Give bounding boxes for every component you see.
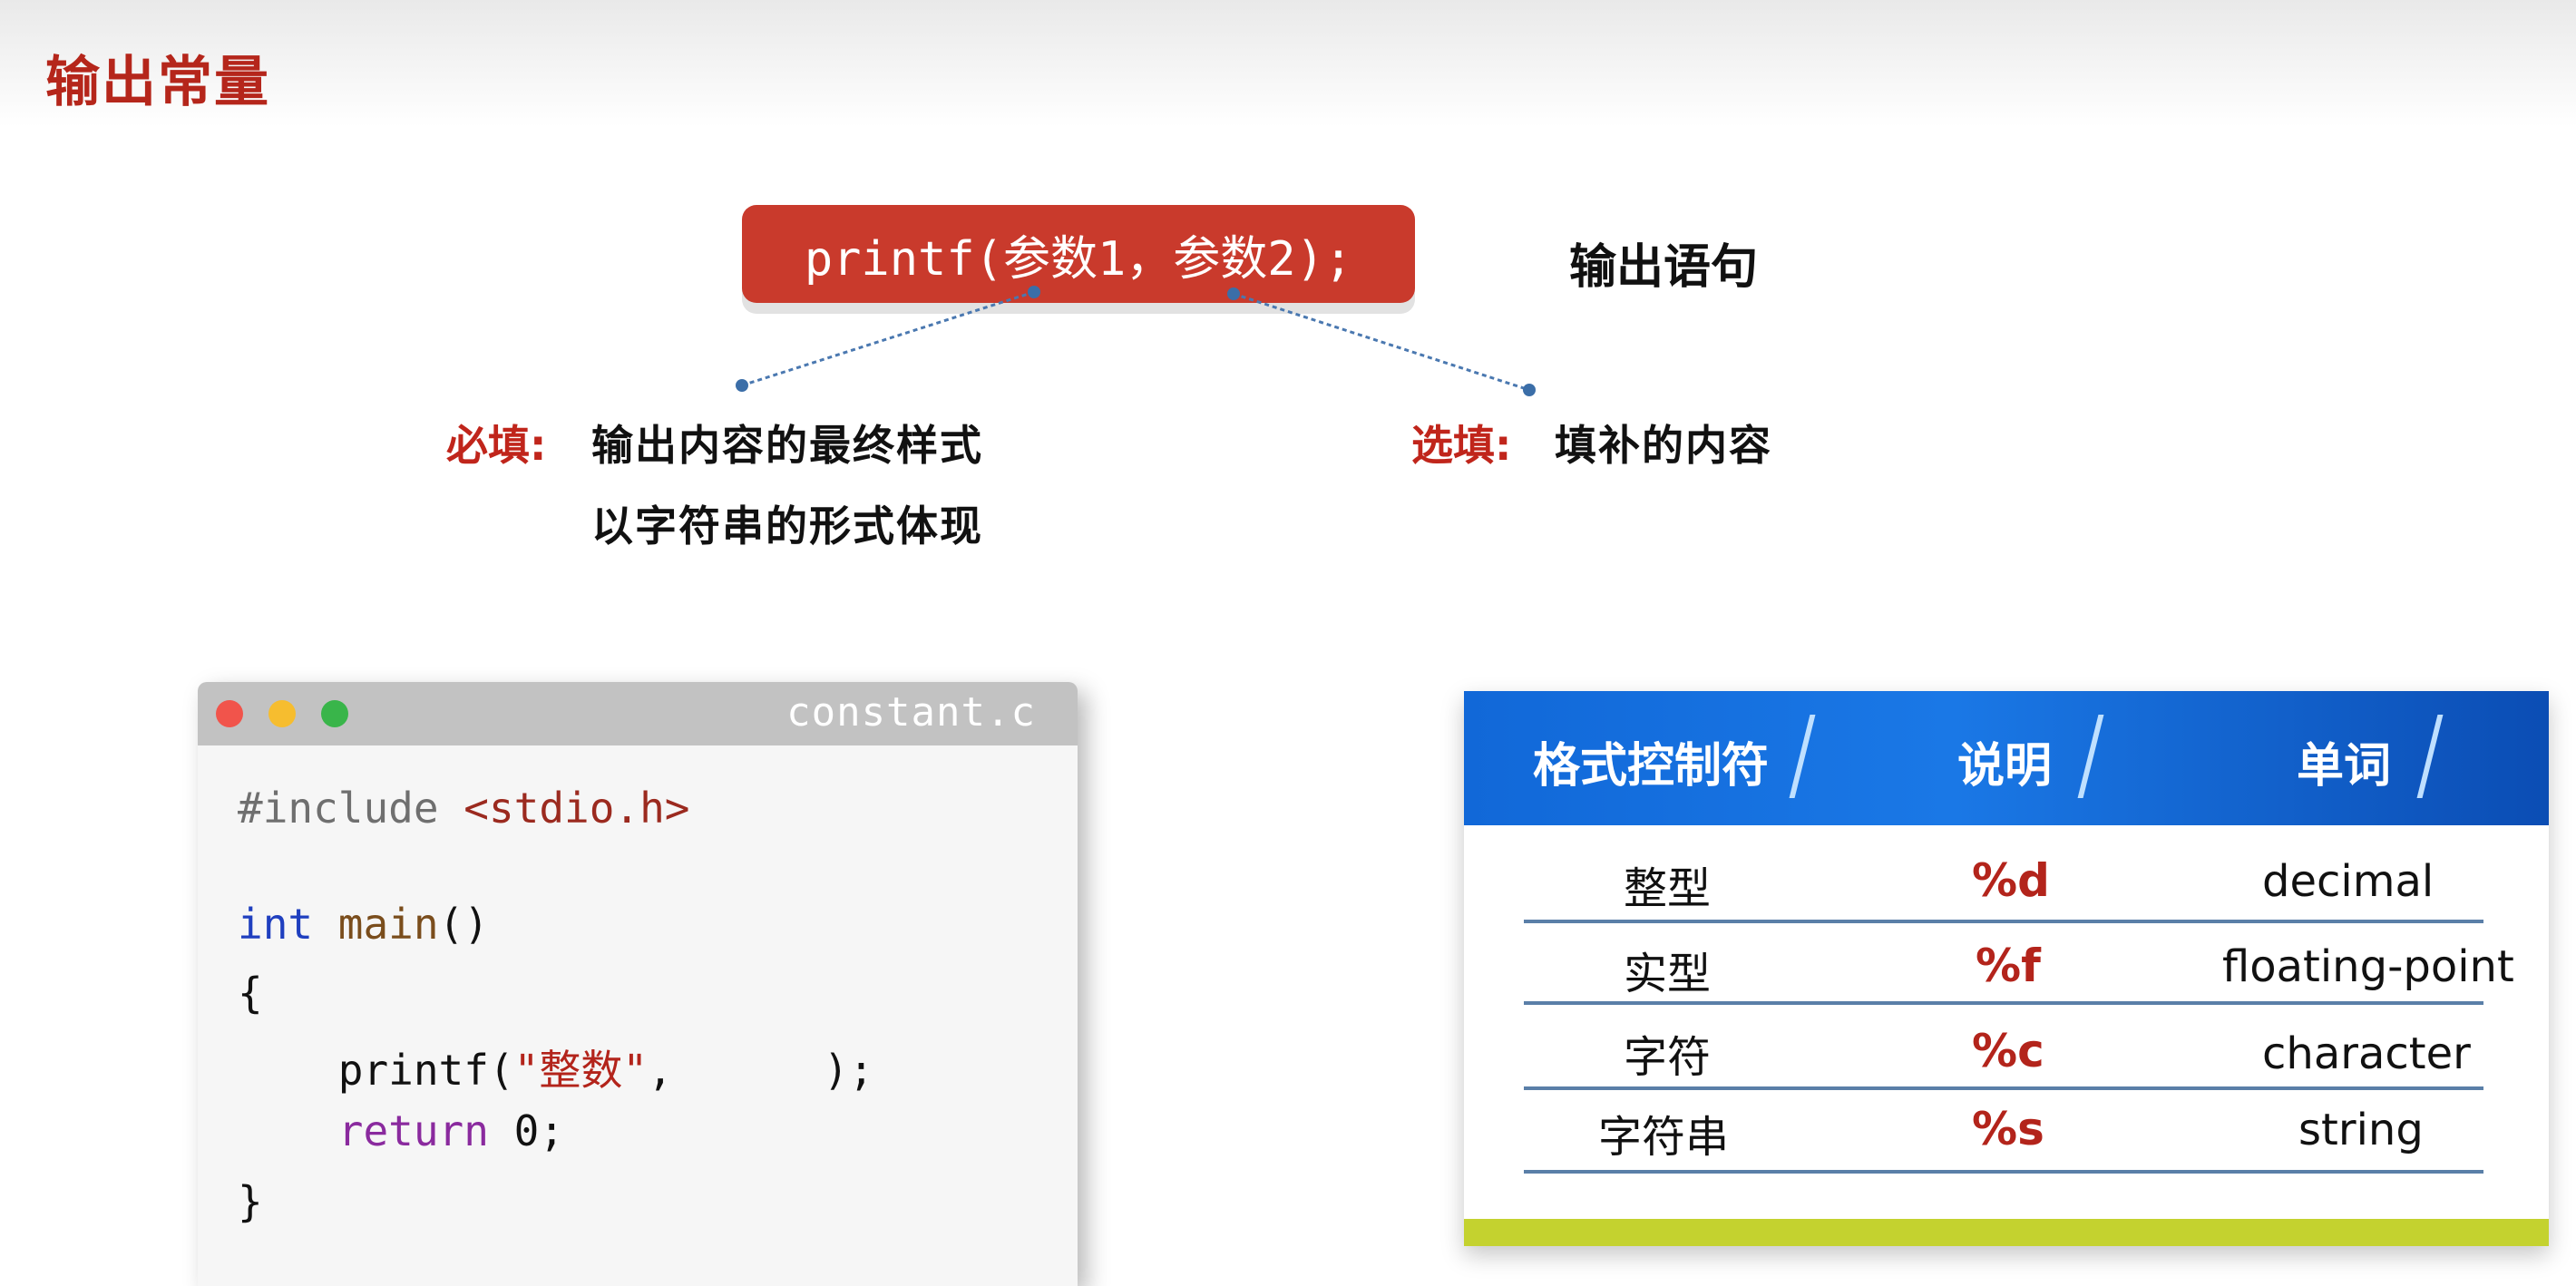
code-token-preprocessor: #include — [238, 784, 464, 833]
connector-dot — [1227, 287, 1240, 300]
format-specifier-table: 格式控制符 说明 单词 整型 %d decimal 实型 %f floating… — [1464, 691, 2549, 1246]
connector-optional — [1233, 292, 1530, 392]
format-table-header-description: 说明 — [1957, 739, 2053, 794]
code-token-function: main — [337, 900, 439, 949]
format-row-spec: %c — [1972, 1025, 2044, 1077]
format-row-spec: %s — [1972, 1103, 2044, 1155]
code-token-printf-end: , ); — [648, 1046, 874, 1095]
header-divider — [1789, 715, 1816, 798]
header-divider — [2077, 715, 2104, 798]
code-window: constant.c #include <stdio.h> int main()… — [198, 682, 1078, 1286]
required-label: 必填: — [446, 421, 547, 470]
format-table-header: 格式控制符 说明 单词 — [1464, 691, 2549, 825]
format-row-divider — [1524, 920, 2483, 923]
maximize-window-dot-icon[interactable] — [321, 700, 348, 727]
required-desc-line1: 输出内容的最终样式 — [591, 421, 983, 470]
format-row-name: 字符 — [1624, 1032, 1712, 1083]
code-token-type: int — [238, 900, 314, 949]
connector-dot — [1028, 286, 1040, 298]
code-line-printf: printf("整数", ); — [238, 1038, 874, 1097]
close-window-dot-icon[interactable] — [216, 700, 243, 727]
format-row-word: string — [2298, 1105, 2424, 1155]
connector-dot — [1523, 384, 1536, 396]
code-line-open-brace: { — [238, 969, 263, 1018]
format-table-header-word: 单词 — [2297, 739, 2392, 794]
connector-required — [741, 290, 1035, 387]
connector-dot — [736, 379, 748, 392]
code-line-main: int main() — [238, 900, 489, 949]
format-table-footer — [1464, 1219, 2549, 1246]
code-line-include: #include <stdio.h> — [238, 784, 690, 833]
format-row-word: character — [2262, 1028, 2471, 1079]
format-row-divider — [1524, 1170, 2483, 1174]
code-line-close-brace: } — [238, 1177, 263, 1226]
format-row-word: floating-point — [2222, 941, 2514, 992]
code-titlebar: constant.c — [198, 682, 1078, 745]
required-desc-line2: 以字符串的形式体现 — [591, 502, 983, 550]
code-body: #include <stdio.h> int main() { printf("… — [238, 784, 873, 1226]
format-row-spec: %d — [1972, 854, 2050, 907]
format-row-spec: %f — [1976, 940, 2041, 992]
code-filename: constant.c — [786, 689, 1036, 736]
format-row-divider — [1524, 1001, 2483, 1005]
header-divider — [2416, 715, 2444, 798]
code-line-return: return 0; — [238, 1106, 564, 1155]
code-token-parens: () — [438, 900, 489, 949]
code-token-string: "整数" — [513, 1046, 649, 1095]
code-token-printf-call: printf( — [238, 1046, 514, 1095]
format-table-header-specifier: 格式控制符 — [1533, 739, 1770, 794]
slide: 输出常量 printf(参数1，参数2); 输出语句 必填: 输出内容的最终样式… — [0, 0, 2576, 1286]
format-row-name: 字符串 — [1598, 1112, 1730, 1163]
format-row-divider — [1524, 1086, 2483, 1090]
code-token-return-value: 0; — [488, 1106, 565, 1155]
optional-label: 选填: — [1411, 421, 1512, 470]
minimize-window-dot-icon[interactable] — [268, 700, 296, 727]
format-row-name: 实型 — [1624, 949, 1712, 999]
optional-desc: 填补的内容 — [1555, 421, 1772, 470]
format-row-word: decimal — [2262, 856, 2435, 907]
format-row-name: 整型 — [1624, 863, 1712, 914]
code-token-header: <stdio.h> — [463, 784, 690, 833]
code-token-keyword: return — [238, 1106, 489, 1155]
